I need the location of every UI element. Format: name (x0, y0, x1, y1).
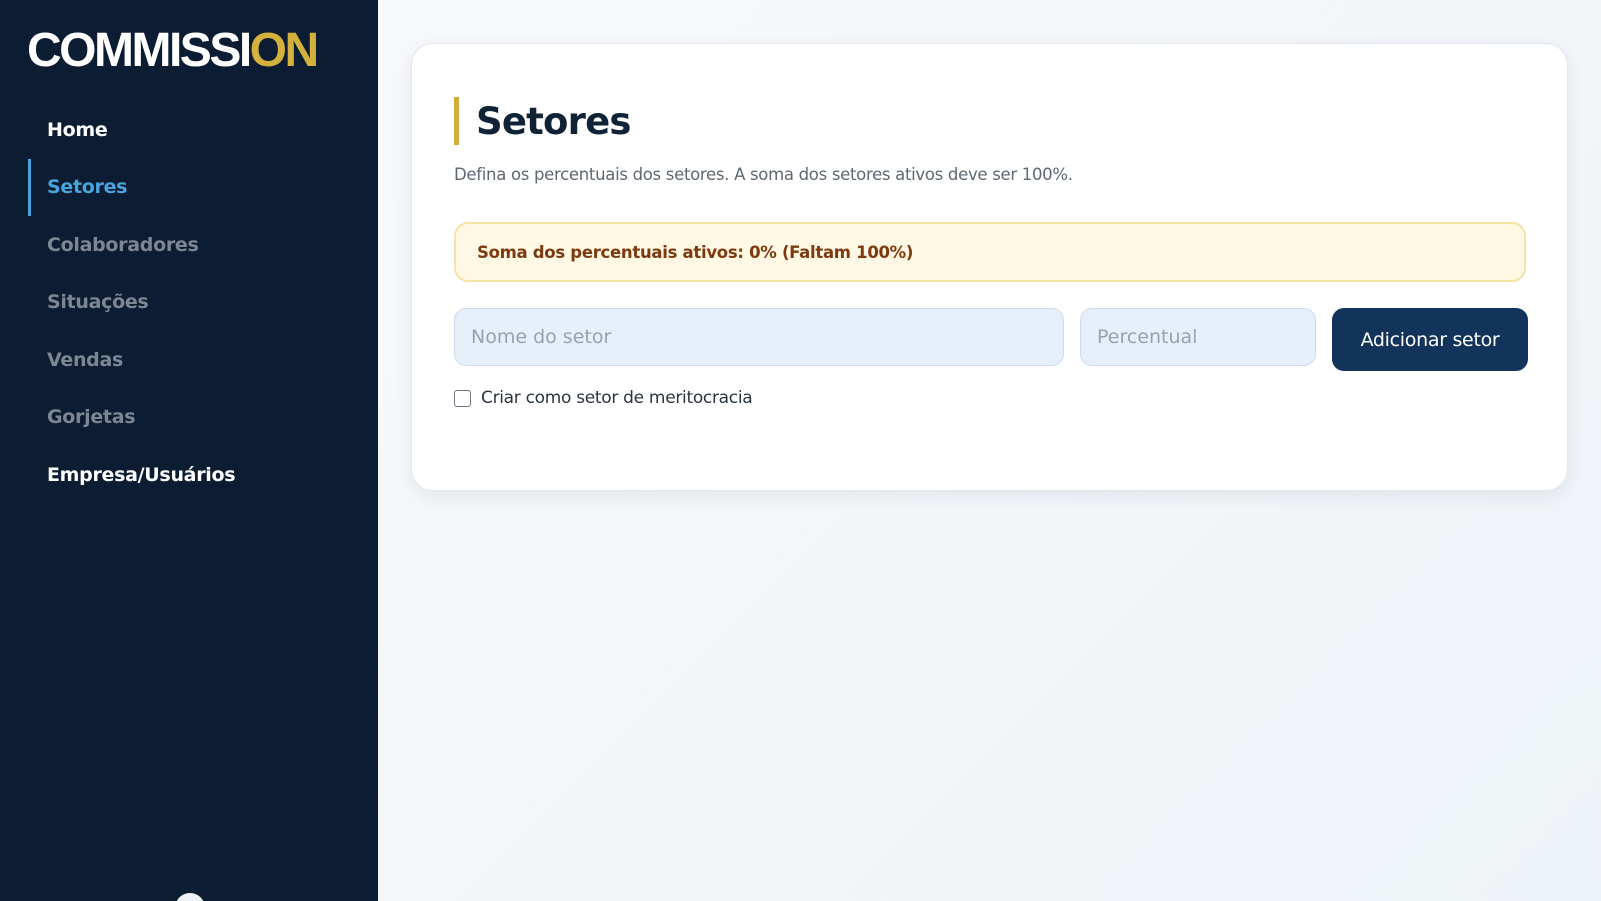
add-sector-button[interactable]: Adicionar setor (1332, 308, 1528, 371)
sidebar-item-colaboradores[interactable]: Colaboradores (0, 216, 378, 274)
sidebar-item-vendas[interactable]: Vendas (0, 331, 378, 389)
app-logo[interactable]: COMMISSION (27, 24, 320, 78)
sidebar-item-empresa-usuarios[interactable]: Empresa/Usuários (0, 446, 378, 504)
meritocracy-label[interactable]: Criar como setor de meritocracia (481, 388, 753, 408)
page-title: Setores (476, 99, 631, 143)
page-subtitle: Defina os percentuais dos setores. A som… (454, 165, 1073, 184)
meritocracy-checkbox[interactable] (454, 389, 471, 407)
sidebar-item-setores[interactable]: Setores (0, 158, 378, 217)
sidebar-footer-knob[interactable] (175, 893, 205, 901)
sectors-card: Setores Defina os percentuais dos setore… (411, 43, 1568, 491)
sector-name-input[interactable] (454, 308, 1064, 366)
sidebar-item-home[interactable]: Home (0, 101, 378, 159)
page-title-block: Setores (454, 97, 631, 145)
sidebar: COMMISSION Home Setores Colaboradores Si… (0, 0, 378, 901)
sidebar-nav: Home Setores Colaboradores Situações Ven… (0, 101, 378, 504)
logo-text-accent: ON (249, 24, 320, 77)
sidebar-item-gorjetas[interactable]: Gorjetas (0, 389, 378, 447)
percent-sum-alert-text: Soma dos percentuais ativos: 0% (Faltam … (477, 242, 914, 262)
percent-sum-alert: Soma dos percentuais ativos: 0% (Faltam … (454, 222, 1526, 282)
sidebar-item-situacoes[interactable]: Situações (0, 274, 378, 332)
logo-text-main: COMMISSI (27, 24, 252, 77)
sector-percent-input[interactable] (1080, 308, 1316, 366)
meritocracy-option[interactable]: Criar como setor de meritocracia (454, 388, 753, 408)
